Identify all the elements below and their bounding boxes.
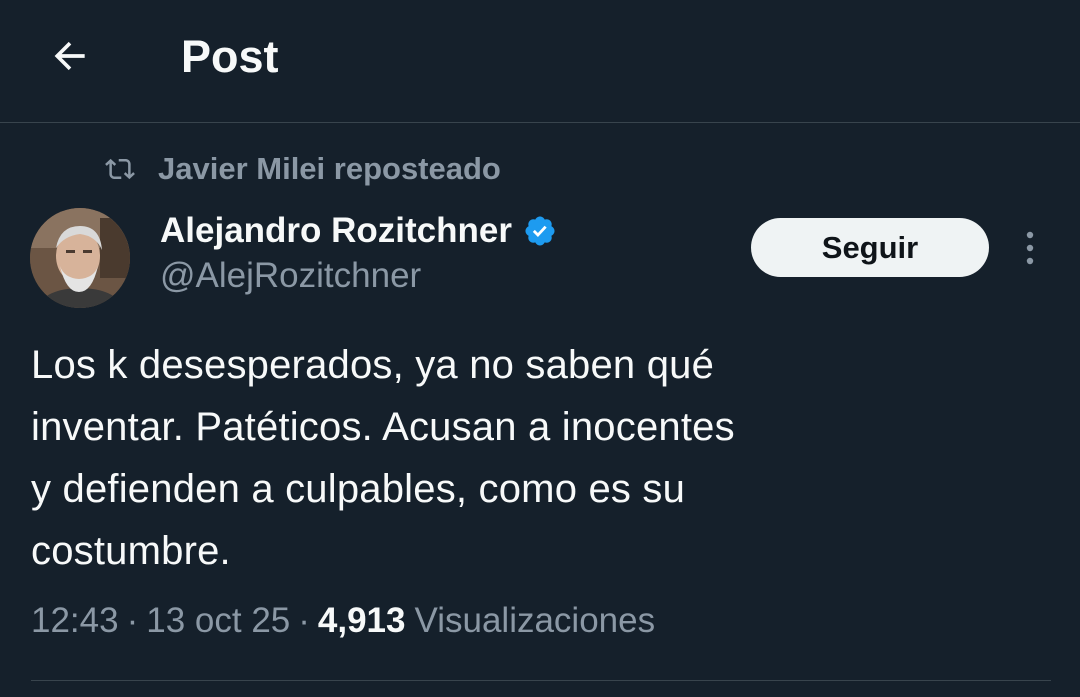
user-avatar[interactable]: [30, 208, 130, 308]
repost-context: Javier Milei reposteado: [104, 148, 501, 190]
page-title: Post: [181, 31, 279, 82]
views-label: Visualizaciones: [414, 601, 656, 640]
more-vertical-icon: [1026, 231, 1034, 265]
divider: [31, 680, 1051, 681]
meta-separator: ·: [298, 601, 310, 640]
tweet-date[interactable]: 13 oct 25: [146, 601, 290, 641]
views-count: 4,913: [317, 601, 406, 640]
meta-separator: ·: [126, 601, 139, 640]
repost-label[interactable]: Javier Milei reposteado: [158, 151, 501, 187]
tweet-metadata: 12:43 · 13 oct 25 · 4,913 Visualizacione…: [31, 601, 655, 641]
repost-icon: [104, 153, 136, 185]
author-handle[interactable]: @AlejRozitchner: [160, 256, 421, 296]
top-bar: Post: [0, 0, 1080, 123]
arrow-left-icon: [54, 41, 85, 71]
author-name-row: Alejandro Rozitchner: [160, 207, 558, 255]
verified-badge-icon: [522, 213, 558, 249]
more-options-button[interactable]: [1010, 226, 1050, 270]
back-button[interactable]: [44, 30, 96, 82]
tweet-text: Los k desesperados, ya no saben qué inve…: [31, 343, 735, 573]
tweet-time[interactable]: 12:43: [31, 601, 119, 641]
author-name[interactable]: Alejandro Rozitchner: [160, 211, 512, 251]
follow-button[interactable]: Seguir: [751, 218, 989, 277]
